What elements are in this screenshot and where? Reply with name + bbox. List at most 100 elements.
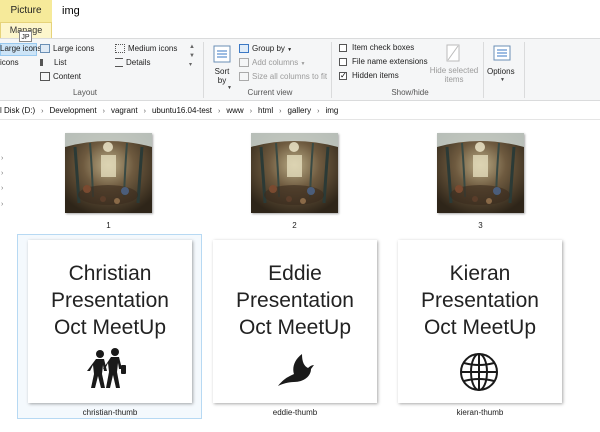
large-icons-icon [40,44,50,54]
hidden-items-checkbox[interactable]: ✓ [339,72,347,80]
group-by-label: Group by [252,44,285,53]
chevron-right-icon[interactable]: › [218,103,220,120]
chevron-right-icon[interactable]: › [279,103,281,120]
layout-group-label: Layout [72,88,98,97]
breadcrumb: l Disk (D:) › Development › vagrant › ubuntu16… [0,102,338,119]
thumbnail-title-line: Eddie [268,262,322,285]
chevron-right-icon[interactable]: › [1,170,3,177]
breadcrumb-item[interactable]: Development [49,102,96,119]
sort-by-button[interactable]: Sort by [211,67,233,85]
group-by-button[interactable]: Group by ▼ [239,44,293,54]
ribbon-separator [331,42,332,98]
file-name-label: 1 [106,221,111,230]
layout-details-label: Details [126,58,151,67]
keytip-badge: JP [19,31,32,42]
thumbnail-title-line: Presentation [236,289,354,312]
thumbnail-title-line: Presentation [421,289,539,312]
size-columns-icon [239,72,249,82]
add-columns-icon [239,58,249,68]
chevron-right-icon[interactable]: › [1,185,3,192]
thumbnail-title: Kieran Presentation Oct MeetUp [398,260,562,341]
file-name-extensions-checkbox[interactable] [339,58,347,66]
layout-large-icons-label: Large icons [53,44,95,53]
layout-small-icons[interactable]: icons [0,58,19,67]
chevron-right-icon[interactable]: › [41,103,43,120]
bird-icon [274,352,316,395]
layout-list-label: List [54,58,67,67]
options-icon[interactable] [492,44,512,62]
chevron-right-icon[interactable]: › [103,103,105,120]
chevron-down-icon: ▼ [287,47,293,53]
thumbnail-title-line: Oct MeetUp [423,316,537,339]
details-icon [115,58,123,68]
breadcrumb-item[interactable]: html [258,102,273,119]
thumbnail-title-line: Oct MeetUp [53,316,167,339]
breadcrumb-item[interactable]: img [325,102,338,119]
layout-medium-icons[interactable]: Medium icons [115,44,178,54]
presentation-thumbnail[interactable]: Eddie Presentation Oct MeetUp [213,240,377,403]
photo-thumbnail[interactable] [437,133,524,213]
hide-selected-items-button[interactable]: Hide selected items [428,66,480,84]
file-name-extensions-label: File name extensions [352,57,428,66]
hide-selected-icon [445,44,461,62]
thumbnail-title: Eddie Presentation Oct MeetUp [213,260,377,341]
layout-content[interactable]: Content [40,72,82,82]
layout-list[interactable]: List [40,58,66,67]
photo-thumbnail[interactable] [65,133,152,213]
size-columns-button[interactable]: Size all columns to fit [239,72,328,82]
item-check-boxes-label: Item check boxes [352,43,415,52]
chevron-right-icon[interactable]: › [317,103,319,120]
layout-gallery-scroll[interactable]: ▲ ▼ ▾ [189,43,195,70]
window-title: img [62,5,80,17]
add-columns-label: Add columns [252,58,299,67]
file-name-label: christian-thumb [82,408,138,417]
thumbnail-title-line: Presentation [51,289,169,312]
ribbon-separator [203,42,204,98]
file-name-label: eddie-thumb [272,408,318,417]
size-columns-label: Size all columns to fit [252,72,328,81]
people-walking-icon [86,348,128,395]
options-button[interactable]: Options [487,67,515,76]
photo-thumbnail[interactable] [251,133,338,213]
layout-extra-large-icons[interactable]: Large icons [0,44,41,53]
item-check-boxes-checkbox[interactable] [339,44,347,52]
file-name-label: 2 [292,221,297,230]
chevron-right-icon[interactable]: › [1,155,3,162]
chevron-right-icon[interactable]: › [250,103,252,120]
file-name-label: 3 [478,221,483,230]
add-columns-button[interactable]: Add columns ▼ [239,58,306,68]
ribbon-separator [483,42,484,98]
list-icon [40,59,51,67]
chevron-right-icon[interactable]: › [1,201,3,208]
group-by-icon [239,44,249,54]
breadcrumb-item[interactable]: gallery [288,102,312,119]
content-icon [40,72,50,82]
ribbon-separator [524,42,525,98]
breadcrumb-item[interactable]: l Disk (D:) [0,102,35,119]
thumbnail-title-line: Christian [68,262,152,285]
chevron-down-icon: ▼ [300,61,306,67]
breadcrumb-item[interactable]: ubuntu16.04-test [152,102,212,119]
picture-tools-context-tab[interactable]: Picture Tools [0,0,52,38]
layout-medium-icons-label: Medium icons [128,44,178,53]
presentation-thumbnail[interactable]: Kieran Presentation Oct MeetUp [398,240,562,403]
title-bar [0,0,600,22]
layout-details[interactable]: Details [115,58,151,68]
thumbnail-title-line: Oct MeetUp [238,316,352,339]
medium-icons-icon [115,44,125,54]
sort-by-icon[interactable] [212,44,232,64]
layout-content-label: Content [53,72,82,81]
layout-large-icons[interactable]: Large icons [40,44,95,54]
current-view-group-label: Current view [247,88,293,97]
chevron-right-icon[interactable]: › [144,103,146,120]
breadcrumb-item[interactable]: vagrant [111,102,138,119]
thumbnail-title: Christian Presentation Oct MeetUp [28,260,192,341]
file-name-label: kieran-thumb [456,408,504,417]
globe-icon [459,352,499,397]
thumbnail-title-line: Kieran [449,262,511,285]
show-hide-group-label: Show/hide [391,88,429,97]
hidden-items-label: Hidden items [352,71,399,80]
presentation-thumbnail[interactable]: Christian Presentation Oct MeetUp [28,240,192,403]
breadcrumb-item[interactable]: www [226,102,243,119]
ribbon-tab-row [0,22,600,39]
